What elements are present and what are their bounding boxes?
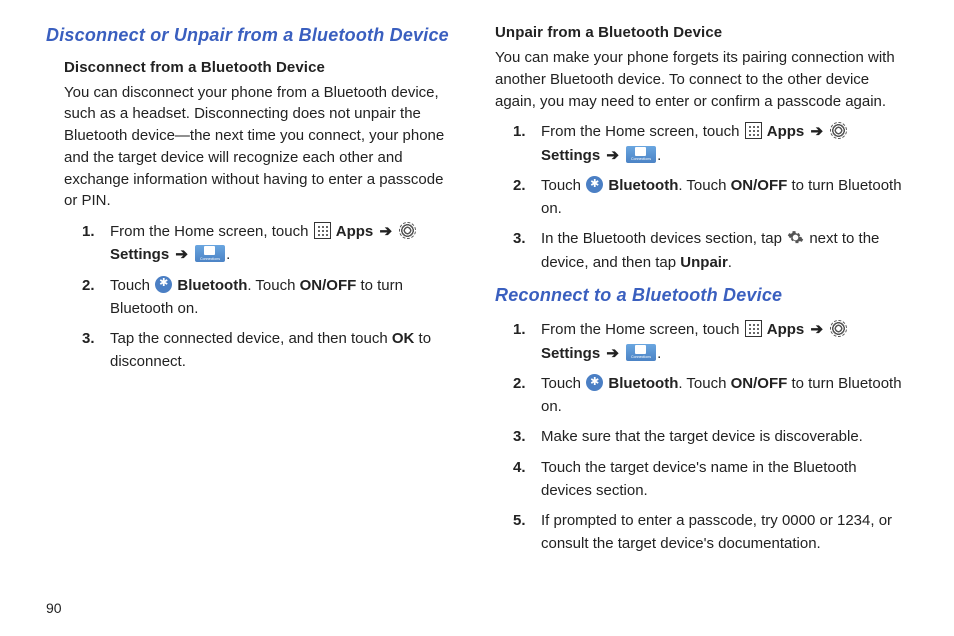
intro-unpair: You can make your phone forgets its pair… (495, 47, 908, 112)
arrow-icon: ➔ (377, 223, 394, 240)
steps-unpair: From the Home screen, touch Apps ➔ Setti… (495, 120, 908, 274)
steps-reconnect: From the Home screen, touch Apps ➔ Setti… (495, 318, 908, 555)
connections-icon (626, 344, 656, 361)
step-text: In the Bluetooth devices section, tap (541, 230, 786, 247)
arrow-icon: ➔ (808, 321, 825, 338)
section-title-disconnect-unpair: Disconnect or Unpair from a Bluetooth De… (46, 24, 459, 47)
apps-label: Apps (336, 223, 374, 240)
section-title-reconnect: Reconnect to a Bluetooth Device (495, 284, 908, 307)
connections-icon (626, 146, 656, 163)
list-item: Touch Bluetooth. Touch ON/OFF to turn Bl… (513, 174, 908, 221)
period: . (657, 147, 661, 164)
list-item: Tap the connected device, and then touch… (82, 327, 459, 374)
onoff-label: ON/OFF (731, 375, 788, 392)
list-item: If prompted to enter a passcode, try 000… (513, 509, 908, 556)
step-text: . Touch (247, 277, 299, 294)
bluetooth-icon (586, 374, 603, 391)
bluetooth-label: Bluetooth (608, 375, 678, 392)
list-item: In the Bluetooth devices section, tap ne… (513, 227, 908, 274)
period: . (657, 345, 661, 362)
step-text: Touch the target device's name in the Bl… (541, 459, 857, 499)
step-text: Tap the connected device, and then touch (110, 330, 392, 347)
apps-label: Apps (767, 123, 805, 140)
list-item: Touch Bluetooth. Touch ON/OFF to turn Bl… (513, 372, 908, 419)
sub-heading-disconnect: Disconnect from a Bluetooth Device (46, 59, 459, 76)
step-text: From the Home screen, touch (110, 223, 313, 240)
settings-icon (830, 122, 847, 139)
period: . (226, 246, 230, 263)
apps-icon (745, 320, 762, 337)
arrow-icon: ➔ (604, 345, 621, 362)
step-text: . Touch (678, 177, 730, 194)
settings-icon (399, 222, 416, 239)
onoff-label: ON/OFF (731, 177, 788, 194)
apps-label: Apps (767, 321, 805, 338)
apps-icon (314, 222, 331, 239)
page-number: 90 (46, 600, 62, 616)
step-text: Touch (541, 177, 585, 194)
list-item: From the Home screen, touch Apps ➔ Setti… (513, 120, 908, 167)
list-item: From the Home screen, touch Apps ➔ Setti… (82, 220, 459, 267)
page: Disconnect or Unpair from a Bluetooth De… (46, 24, 908, 563)
step-text: . Touch (678, 375, 730, 392)
connections-icon (195, 245, 225, 262)
ok-label: OK (392, 330, 415, 347)
left-column: Disconnect or Unpair from a Bluetooth De… (46, 24, 459, 563)
step-text: Touch (110, 277, 154, 294)
step-text: Make sure that the target device is disc… (541, 428, 863, 445)
right-column: Unpair from a Bluetooth Device You can m… (495, 24, 908, 563)
steps-disconnect: From the Home screen, touch Apps ➔ Setti… (46, 220, 459, 374)
onoff-label: ON/OFF (300, 277, 357, 294)
apps-icon (745, 122, 762, 139)
step-text: . (728, 254, 732, 271)
bluetooth-icon (155, 276, 172, 293)
settings-label: Settings (541, 345, 600, 362)
unpair-label: Unpair (680, 254, 728, 271)
step-text: If prompted to enter a passcode, try 000… (541, 512, 892, 552)
step-text: From the Home screen, touch (541, 123, 744, 140)
step-text: From the Home screen, touch (541, 321, 744, 338)
bluetooth-icon (586, 176, 603, 193)
settings-label: Settings (541, 147, 600, 164)
list-item: From the Home screen, touch Apps ➔ Setti… (513, 318, 908, 365)
settings-label: Settings (110, 246, 169, 263)
arrow-icon: ➔ (808, 123, 825, 140)
arrow-icon: ➔ (604, 147, 621, 164)
sub-heading-unpair: Unpair from a Bluetooth Device (495, 24, 908, 41)
bluetooth-label: Bluetooth (608, 177, 678, 194)
list-item: Touch the target device's name in the Bl… (513, 456, 908, 503)
intro-disconnect: You can disconnect your phone from a Blu… (46, 82, 459, 213)
arrow-icon: ➔ (173, 246, 190, 263)
bluetooth-label: Bluetooth (177, 277, 247, 294)
gear-icon (787, 229, 804, 246)
list-item: Touch Bluetooth. Touch ON/OFF to turn Bl… (82, 274, 459, 321)
step-text: Touch (541, 375, 585, 392)
settings-icon (830, 320, 847, 337)
list-item: Make sure that the target device is disc… (513, 425, 908, 448)
